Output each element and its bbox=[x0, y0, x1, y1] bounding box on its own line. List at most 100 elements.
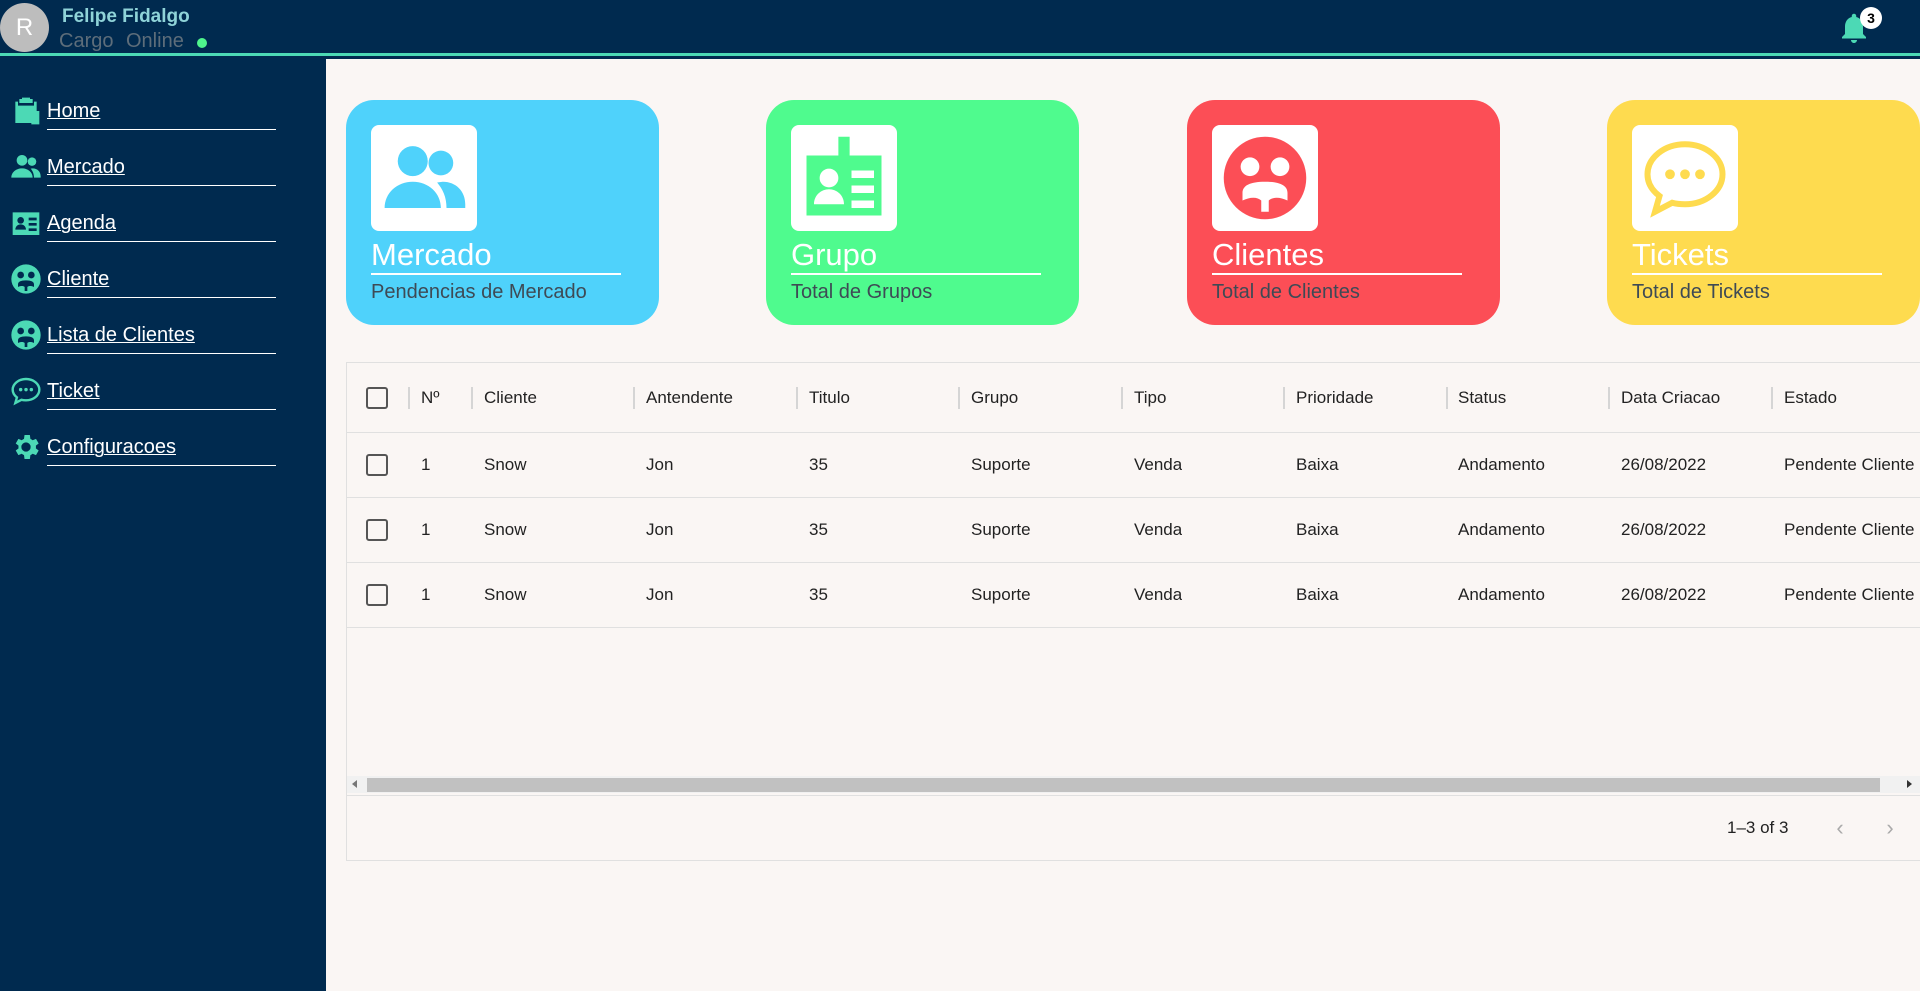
table-cell: Suporte bbox=[971, 455, 1031, 474]
sidebar-item-label: Mercado bbox=[47, 156, 276, 186]
table-cell: 35 bbox=[809, 520, 828, 539]
column-header[interactable]: Grupo bbox=[971, 363, 1018, 432]
card-subtitle: Total de Tickets bbox=[1632, 281, 1770, 303]
select-all-checkbox-cell[interactable] bbox=[366, 363, 388, 432]
column-separator[interactable] bbox=[1771, 387, 1773, 409]
chat-bubble-icon bbox=[1644, 141, 1726, 218]
card-icon-box bbox=[371, 125, 477, 231]
scroll-right-arrow-icon[interactable] bbox=[1907, 780, 1912, 788]
row-checkbox-cell[interactable] bbox=[366, 498, 388, 562]
sidebar-item-home[interactable]: Home bbox=[8, 95, 276, 135]
horizontal-scrollbar[interactable] bbox=[347, 776, 1920, 793]
sidebar-item-agenda[interactable]: Agenda bbox=[8, 207, 276, 247]
column-header[interactable]: Data Criacao bbox=[1621, 363, 1720, 432]
column-header[interactable]: Tipo bbox=[1134, 363, 1166, 432]
pagination-info: 1–3 of 3 bbox=[1727, 818, 1789, 837]
user-name: Felipe Fidalgo bbox=[62, 6, 190, 27]
table-cell: Pendente Cliente bbox=[1784, 520, 1915, 539]
row-checkbox[interactable] bbox=[366, 519, 388, 541]
next-page-button[interactable]: › bbox=[1875, 814, 1905, 844]
user-role: Cargo bbox=[59, 30, 114, 52]
column-header[interactable]: Cliente bbox=[484, 363, 537, 432]
sidebar-item-mercado[interactable]: Mercado bbox=[8, 151, 276, 191]
column-separator[interactable] bbox=[1283, 387, 1285, 409]
table-cell: 1 bbox=[421, 585, 431, 604]
sidebar-item-ticket[interactable]: Ticket bbox=[8, 375, 276, 415]
column-separator[interactable] bbox=[796, 387, 798, 409]
online-status-dot bbox=[197, 38, 207, 48]
column-separator[interactable] bbox=[1121, 387, 1123, 409]
table-cell: Baixa bbox=[1296, 585, 1339, 604]
table-cell: Jon bbox=[646, 455, 674, 474]
client-group-icon bbox=[1223, 136, 1307, 220]
table-row[interactable]: 1 Snow Jon 35 Suporte Venda Baixa Andame… bbox=[347, 498, 1920, 563]
column-header[interactable]: Antendente bbox=[646, 363, 733, 432]
card-icon-box bbox=[1212, 125, 1318, 231]
badge-icon bbox=[806, 136, 882, 216]
column-header[interactable]: Titulo bbox=[809, 363, 850, 432]
card-tickets[interactable]: Tickets Total de Tickets bbox=[1607, 100, 1920, 325]
select-all-checkbox[interactable] bbox=[366, 386, 388, 409]
card-title: Mercado bbox=[371, 237, 621, 275]
main-content: Mercado Pendencias de Mercado Grupo Tota… bbox=[326, 59, 1920, 991]
row-checkbox-cell[interactable] bbox=[366, 433, 388, 497]
table-row[interactable]: 1 Snow Jon 35 Suporte Venda Baixa Andame… bbox=[347, 433, 1920, 498]
table-header: Nº Cliente Antendente Titulo Grupo Tipo … bbox=[347, 363, 1920, 433]
table-cell: 1 bbox=[421, 455, 431, 474]
table-cell: Baixa bbox=[1296, 455, 1339, 474]
column-separator[interactable] bbox=[633, 387, 635, 409]
sidebar-item-cliente[interactable]: Cliente bbox=[8, 263, 276, 303]
row-checkbox[interactable] bbox=[366, 454, 388, 476]
column-separator[interactable] bbox=[1608, 387, 1610, 409]
table-cell: Jon bbox=[646, 585, 674, 604]
sidebar-item-label: Agenda bbox=[47, 212, 276, 242]
table-cell: Snow bbox=[484, 455, 527, 474]
column-header[interactable]: Nº bbox=[421, 363, 440, 432]
column-separator[interactable] bbox=[958, 387, 960, 409]
sidebar-item-label: Configuracoes bbox=[47, 436, 276, 466]
table-cell: Pendente Cliente bbox=[1784, 455, 1915, 474]
top-bar: R Felipe Fidalgo Cargo Online 3 bbox=[0, 0, 1920, 56]
table-cell: Andamento bbox=[1458, 520, 1545, 539]
user-status: Online bbox=[126, 30, 184, 52]
card-mercado[interactable]: Mercado Pendencias de Mercado bbox=[346, 100, 659, 325]
table-cell: Suporte bbox=[971, 520, 1031, 539]
table-cell: 35 bbox=[809, 585, 828, 604]
table-cell: Venda bbox=[1134, 585, 1183, 604]
chat-bubble-icon bbox=[11, 377, 41, 406]
table-cell: Snow bbox=[484, 585, 527, 604]
scrollbar-thumb[interactable] bbox=[367, 778, 1880, 792]
table-cell: Suporte bbox=[971, 585, 1031, 604]
table-cell: Venda bbox=[1134, 520, 1183, 539]
table-cell: 35 bbox=[809, 455, 828, 474]
previous-page-button[interactable]: ‹ bbox=[1825, 814, 1855, 844]
column-separator[interactable] bbox=[471, 387, 473, 409]
card-title: Clientes bbox=[1212, 237, 1462, 275]
column-separator[interactable] bbox=[408, 387, 410, 409]
column-separator[interactable] bbox=[1446, 387, 1448, 409]
table-row[interactable]: 1 Snow Jon 35 Suporte Venda Baixa Andame… bbox=[347, 563, 1920, 628]
card-subtitle: Pendencias de Mercado bbox=[371, 281, 587, 303]
card-subtitle: Total de Clientes bbox=[1212, 281, 1360, 303]
sidebar-item-label: Lista de Clientes bbox=[47, 324, 276, 354]
column-header[interactable]: Estado bbox=[1784, 363, 1837, 432]
card-subtitle: Total de Grupos bbox=[791, 281, 933, 303]
avatar[interactable]: R bbox=[0, 3, 49, 52]
row-checkbox-cell[interactable] bbox=[366, 563, 388, 627]
client-group-icon bbox=[11, 320, 41, 350]
card-title: Tickets bbox=[1632, 237, 1882, 275]
column-header[interactable]: Status bbox=[1458, 363, 1506, 432]
gear-icon bbox=[15, 435, 39, 459]
card-grupo[interactable]: Grupo Total de Grupos bbox=[766, 100, 1079, 325]
row-checkbox[interactable] bbox=[366, 584, 388, 606]
client-group-icon bbox=[11, 264, 41, 294]
scroll-left-arrow-icon[interactable] bbox=[352, 780, 357, 788]
table-cell: Andamento bbox=[1458, 455, 1545, 474]
sidebar-item-lista-de-clientes[interactable]: Lista de Clientes bbox=[8, 319, 276, 359]
sidebar-item-configuracoes[interactable]: Configuracoes bbox=[8, 431, 276, 471]
users-icon bbox=[384, 146, 466, 208]
table-cell: Baixa bbox=[1296, 520, 1339, 539]
column-header[interactable]: Prioridade bbox=[1296, 363, 1374, 432]
sidebar-item-label: Cliente bbox=[47, 268, 276, 298]
card-clientes[interactable]: Clientes Total de Clientes bbox=[1187, 100, 1500, 325]
